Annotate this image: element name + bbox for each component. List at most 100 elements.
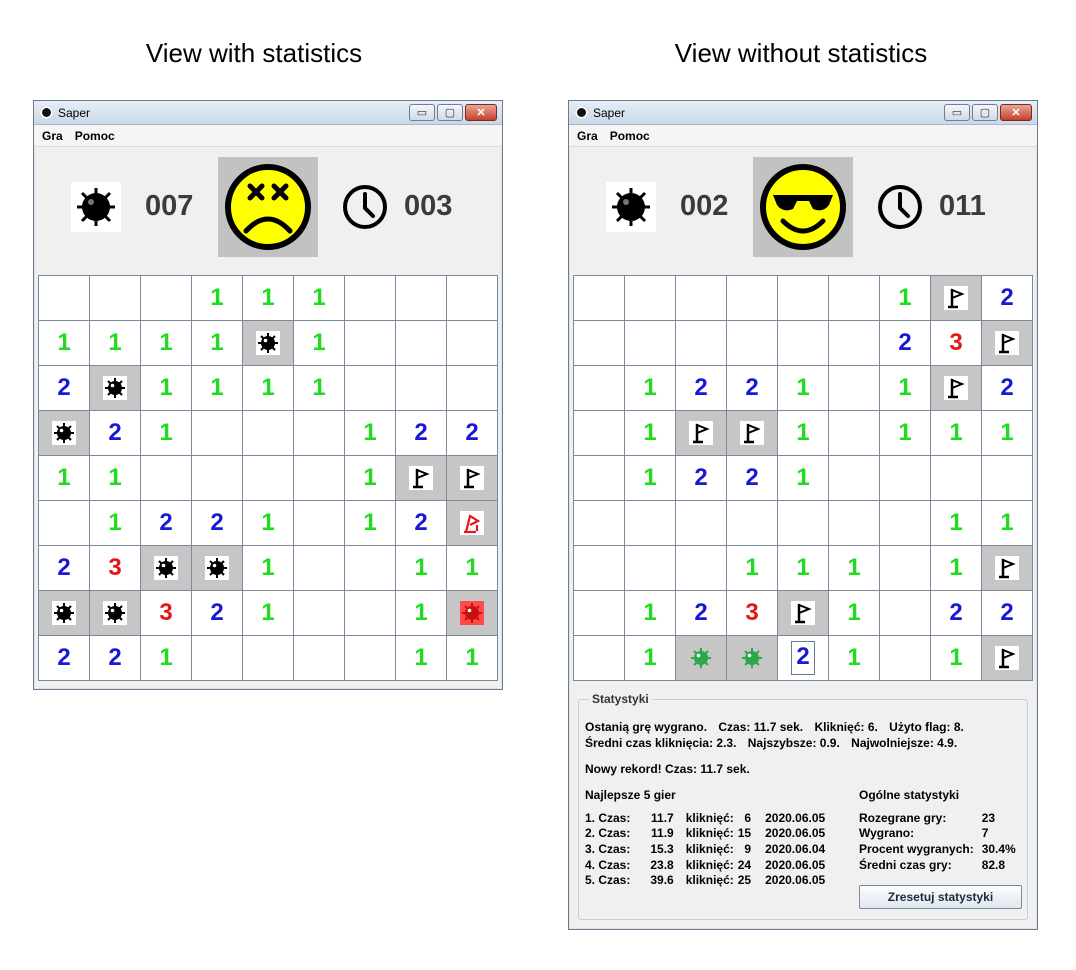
board-cell[interactable]: 1 xyxy=(243,276,294,321)
board-cell[interactable] xyxy=(829,366,880,411)
maximize-button[interactable]: ▢ xyxy=(972,104,998,121)
board-cell[interactable] xyxy=(625,546,676,591)
board-cell[interactable] xyxy=(447,591,498,636)
board-cell[interactable] xyxy=(396,366,447,411)
board-cell[interactable] xyxy=(574,636,625,681)
board-cell[interactable]: 1 xyxy=(192,321,243,366)
board-cell[interactable]: 1 xyxy=(625,411,676,456)
board-cell[interactable] xyxy=(345,366,396,411)
board-cell[interactable] xyxy=(829,456,880,501)
board-cell[interactable] xyxy=(396,321,447,366)
board-cell[interactable] xyxy=(676,411,727,456)
minimize-button[interactable]: ▭ xyxy=(944,104,970,121)
board-cell[interactable] xyxy=(829,411,880,456)
board-cell[interactable] xyxy=(396,276,447,321)
board-cell[interactable]: 2 xyxy=(982,276,1033,321)
left-titlebar[interactable]: Saper ▭ ▢ ✕ xyxy=(34,101,502,125)
board-cell[interactable] xyxy=(90,591,141,636)
board-cell[interactable] xyxy=(574,321,625,366)
board-cell[interactable]: 2 xyxy=(396,411,447,456)
board-cell[interactable] xyxy=(727,411,778,456)
board-cell[interactable] xyxy=(294,456,345,501)
board-cell[interactable]: 2 xyxy=(396,501,447,546)
board-cell[interactable]: 1 xyxy=(931,411,982,456)
board-cell[interactable] xyxy=(243,321,294,366)
board-cell[interactable]: 2 xyxy=(982,591,1033,636)
board-cell[interactable]: 2 xyxy=(39,546,90,591)
board-cell[interactable] xyxy=(625,501,676,546)
board-cell[interactable] xyxy=(39,501,90,546)
board-cell[interactable]: 2 xyxy=(931,591,982,636)
board-cell[interactable] xyxy=(880,546,931,591)
board-cell[interactable] xyxy=(574,276,625,321)
board-cell[interactable]: 1 xyxy=(778,411,829,456)
close-button[interactable]: ✕ xyxy=(1000,104,1032,121)
board-cell[interactable] xyxy=(829,501,880,546)
board-cell[interactable]: 1 xyxy=(243,366,294,411)
board-cell[interactable]: 1 xyxy=(396,636,447,681)
board-cell[interactable]: 1 xyxy=(829,546,880,591)
board-cell[interactable] xyxy=(727,501,778,546)
board-cell[interactable]: 2 xyxy=(676,366,727,411)
board-cell[interactable]: 1 xyxy=(982,501,1033,546)
board-cell[interactable] xyxy=(778,321,829,366)
board-cell[interactable]: 1 xyxy=(931,636,982,681)
board-cell[interactable] xyxy=(727,276,778,321)
board-cell[interactable]: 1 xyxy=(294,321,345,366)
board-cell[interactable] xyxy=(574,366,625,411)
board-cell[interactable]: 1 xyxy=(192,366,243,411)
board-cell[interactable]: 1 xyxy=(90,456,141,501)
board-cell[interactable] xyxy=(625,321,676,366)
board-cell[interactable]: 1 xyxy=(727,546,778,591)
board-cell[interactable]: 1 xyxy=(931,501,982,546)
board-cell[interactable]: 2 xyxy=(880,321,931,366)
board-cell[interactable]: 1 xyxy=(141,366,192,411)
minimize-button[interactable]: ▭ xyxy=(409,104,435,121)
board-cell[interactable]: 2 xyxy=(982,366,1033,411)
board-cell[interactable]: 1 xyxy=(243,546,294,591)
board-cell[interactable] xyxy=(727,636,778,681)
board-cell[interactable]: 1 xyxy=(141,411,192,456)
face-button-dead[interactable] xyxy=(218,157,318,257)
board-cell[interactable] xyxy=(676,546,727,591)
board-cell[interactable] xyxy=(931,276,982,321)
board-cell[interactable]: 1 xyxy=(829,636,880,681)
board-cell[interactable] xyxy=(294,636,345,681)
board-cell[interactable]: 1 xyxy=(141,321,192,366)
board-cell[interactable]: 1 xyxy=(778,456,829,501)
board-cell[interactable] xyxy=(982,636,1033,681)
board-cell[interactable] xyxy=(345,591,396,636)
board-cell[interactable] xyxy=(982,321,1033,366)
board-cell[interactable]: 2 xyxy=(141,501,192,546)
board-cell[interactable] xyxy=(39,411,90,456)
board-cell[interactable] xyxy=(243,636,294,681)
board-cell[interactable]: 1 xyxy=(39,456,90,501)
board-cell[interactable] xyxy=(625,276,676,321)
board-cell[interactable] xyxy=(447,321,498,366)
board-cell[interactable]: 1 xyxy=(829,591,880,636)
board-cell[interactable]: 2 xyxy=(778,636,829,681)
board-cell[interactable] xyxy=(396,456,447,501)
board-cell[interactable]: 1 xyxy=(345,456,396,501)
board-cell[interactable]: 1 xyxy=(778,366,829,411)
board-cell[interactable] xyxy=(39,276,90,321)
close-button[interactable]: ✕ xyxy=(465,104,497,121)
board-cell[interactable]: 1 xyxy=(931,546,982,591)
board-cell[interactable]: 3 xyxy=(141,591,192,636)
board-cell[interactable]: 1 xyxy=(243,501,294,546)
reset-statistics-button[interactable]: Zresetuj statystyki xyxy=(859,885,1022,909)
board-cell[interactable]: 1 xyxy=(625,366,676,411)
right-titlebar[interactable]: Saper ▭ ▢ ✕ xyxy=(569,101,1037,125)
board-cell[interactable] xyxy=(982,456,1033,501)
board-cell[interactable]: 2 xyxy=(727,366,778,411)
board-cell[interactable]: 2 xyxy=(192,591,243,636)
board-cell[interactable]: 1 xyxy=(294,276,345,321)
board-cell[interactable]: 1 xyxy=(39,321,90,366)
board-cell[interactable] xyxy=(447,456,498,501)
board-cell[interactable]: 3 xyxy=(727,591,778,636)
board-cell[interactable] xyxy=(778,501,829,546)
menu-gra[interactable]: Gra xyxy=(42,129,63,143)
board-cell[interactable]: 2 xyxy=(192,501,243,546)
board-cell[interactable]: 1 xyxy=(396,546,447,591)
board-cell[interactable]: 2 xyxy=(676,456,727,501)
